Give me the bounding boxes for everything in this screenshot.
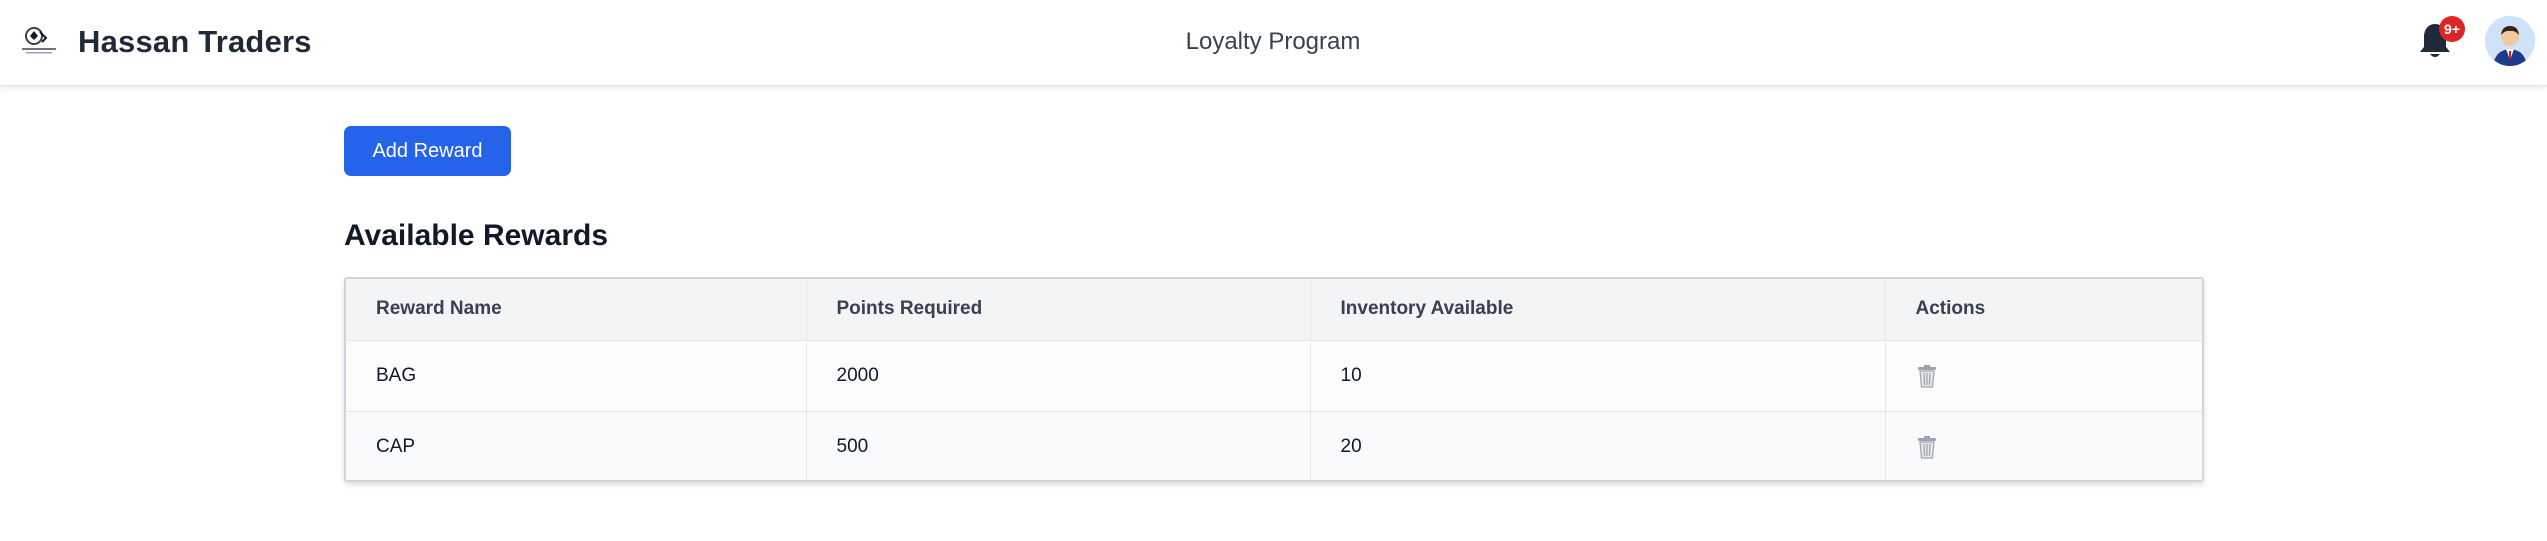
user-avatar-icon [2485,16,2535,66]
column-header-reward-name: Reward Name [346,279,807,341]
trash-icon[interactable] [1916,364,1938,388]
table-row: BAG 2000 10 [346,340,2202,412]
points-required-cell: 2000 [806,340,1311,412]
table-row: CAP 500 20 [346,411,2202,480]
add-reward-button[interactable]: Add Reward [344,126,511,176]
inventory-available-cell: 20 [1310,411,1886,480]
actions-cell [1885,411,2202,480]
top-header: Hassan Traders Loyalty Program 9+ [0,0,2547,86]
avatar[interactable] [2485,16,2535,66]
actions-cell [1885,340,2202,412]
reward-name-cell: BAG [346,340,807,412]
reward-name-cell: CAP [346,411,807,480]
points-required-cell: 500 [806,411,1311,480]
company-logo[interactable] [20,24,58,58]
rewards-table: Reward Name Points Required Inventory Av… [344,277,2204,482]
notification-badge: 9+ [2439,16,2465,42]
table-header-row: Reward Name Points Required Inventory Av… [346,279,2202,341]
trash-icon[interactable] [1916,435,1938,459]
column-header-points-required: Points Required [806,279,1311,341]
inventory-available-cell: 10 [1310,340,1886,412]
brand-name: Hassan Traders [78,24,312,59]
column-header-actions: Actions [1885,279,2202,341]
page-title: Loyalty Program [1185,28,1361,55]
column-header-inventory-available: Inventory Available [1310,279,1886,341]
rewards-section-title: Available Rewards [344,219,609,252]
